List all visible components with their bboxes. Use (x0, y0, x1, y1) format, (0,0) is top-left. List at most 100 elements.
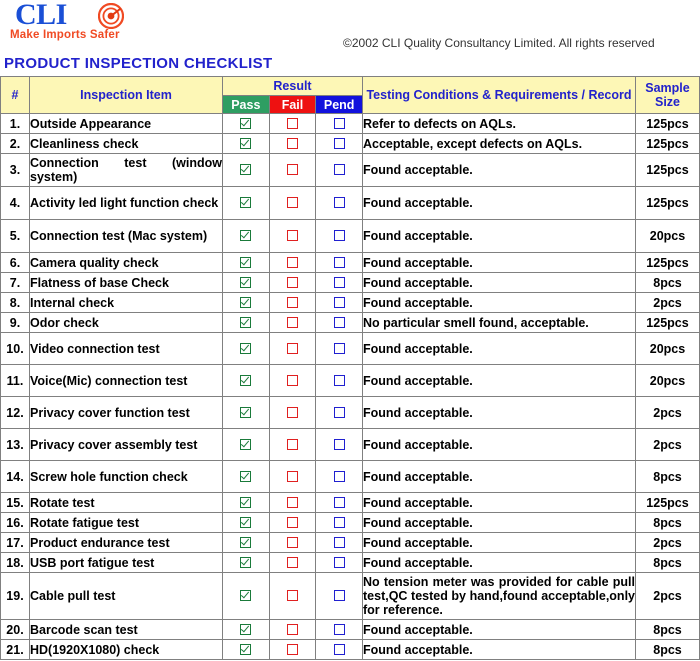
pend-checkbox-cell[interactable] (315, 133, 363, 154)
pass-checkbox-cell[interactable] (222, 153, 270, 187)
pend-checkbox[interactable] (333, 164, 345, 176)
pass-checkbox[interactable] (240, 406, 252, 418)
pass-checkbox-cell[interactable] (222, 552, 270, 573)
pass-checkbox-cell[interactable] (222, 219, 270, 253)
pend-checkbox[interactable] (333, 496, 345, 508)
fail-checkbox[interactable] (286, 256, 298, 268)
pass-checkbox[interactable] (240, 590, 252, 602)
pass-checkbox[interactable] (240, 117, 252, 129)
fail-checkbox-cell[interactable] (268, 619, 317, 640)
pass-checkbox[interactable] (240, 256, 252, 268)
pass-checkbox[interactable] (240, 137, 252, 149)
pend-checkbox-cell[interactable] (315, 186, 363, 220)
pend-checkbox-cell[interactable] (315, 364, 363, 397)
pend-checkbox-cell[interactable] (315, 460, 363, 493)
fail-checkbox-cell[interactable] (268, 219, 317, 253)
fail-checkbox[interactable] (286, 536, 298, 548)
pass-checkbox[interactable] (240, 438, 252, 450)
pend-checkbox-cell[interactable] (315, 113, 363, 134)
pend-checkbox-cell[interactable] (315, 619, 363, 640)
pend-checkbox[interactable] (333, 342, 345, 354)
fail-checkbox[interactable] (286, 296, 298, 308)
pass-checkbox[interactable] (240, 342, 252, 354)
fail-checkbox-cell[interactable] (268, 639, 317, 660)
pass-checkbox[interactable] (240, 470, 252, 482)
fail-checkbox[interactable] (286, 438, 298, 450)
fail-checkbox-cell[interactable] (268, 133, 317, 154)
pend-checkbox-cell[interactable] (315, 332, 363, 365)
fail-checkbox-cell[interactable] (268, 552, 317, 573)
pend-checkbox[interactable] (333, 406, 345, 418)
pass-checkbox-cell[interactable] (222, 428, 270, 461)
pass-checkbox-cell[interactable] (222, 252, 270, 273)
pass-checkbox-cell[interactable] (222, 619, 270, 640)
fail-checkbox-cell[interactable] (268, 492, 317, 513)
fail-checkbox[interactable] (286, 374, 298, 386)
fail-checkbox[interactable] (286, 230, 298, 242)
pass-checkbox-cell[interactable] (222, 133, 270, 154)
pass-checkbox[interactable] (240, 623, 252, 635)
pend-checkbox[interactable] (333, 470, 345, 482)
fail-checkbox[interactable] (286, 496, 298, 508)
pend-checkbox-cell[interactable] (315, 428, 363, 461)
fail-checkbox[interactable] (286, 316, 298, 328)
pend-checkbox[interactable] (333, 374, 345, 386)
pend-checkbox-cell[interactable] (315, 312, 363, 333)
pend-checkbox[interactable] (333, 197, 345, 209)
pend-checkbox-cell[interactable] (315, 219, 363, 253)
pass-checkbox-cell[interactable] (222, 532, 270, 553)
fail-checkbox-cell[interactable] (268, 312, 317, 333)
pend-checkbox[interactable] (333, 516, 345, 528)
fail-checkbox-cell[interactable] (268, 332, 317, 365)
pass-checkbox-cell[interactable] (222, 492, 270, 513)
pass-checkbox-cell[interactable] (222, 364, 270, 397)
pend-checkbox[interactable] (333, 276, 345, 288)
fail-checkbox-cell[interactable] (268, 186, 317, 220)
fail-checkbox-cell[interactable] (268, 396, 317, 429)
pass-checkbox-cell[interactable] (222, 186, 270, 220)
fail-checkbox[interactable] (286, 406, 298, 418)
pass-checkbox-cell[interactable] (222, 292, 270, 313)
pend-checkbox-cell[interactable] (315, 512, 363, 533)
pass-checkbox[interactable] (240, 197, 252, 209)
pend-checkbox[interactable] (333, 296, 345, 308)
pass-checkbox[interactable] (240, 556, 252, 568)
pass-checkbox[interactable] (240, 516, 252, 528)
fail-checkbox-cell[interactable] (268, 512, 317, 533)
pass-checkbox-cell[interactable] (222, 113, 270, 134)
pend-checkbox[interactable] (333, 256, 345, 268)
pend-checkbox-cell[interactable] (315, 292, 363, 313)
pend-checkbox[interactable] (333, 438, 345, 450)
pend-checkbox-cell[interactable] (315, 492, 363, 513)
fail-checkbox[interactable] (286, 137, 298, 149)
fail-checkbox-cell[interactable] (268, 292, 317, 313)
pass-checkbox[interactable] (240, 374, 252, 386)
pass-checkbox-cell[interactable] (222, 332, 270, 365)
pend-checkbox-cell[interactable] (315, 639, 363, 660)
fail-checkbox[interactable] (286, 117, 298, 129)
fail-checkbox-cell[interactable] (268, 532, 317, 553)
fail-checkbox[interactable] (286, 590, 298, 602)
fail-checkbox-cell[interactable] (268, 272, 317, 293)
pend-checkbox-cell[interactable] (315, 572, 363, 620)
pass-checkbox[interactable] (240, 496, 252, 508)
pass-checkbox-cell[interactable] (222, 512, 270, 533)
fail-checkbox[interactable] (286, 197, 298, 209)
fail-checkbox[interactable] (286, 643, 298, 655)
fail-checkbox-cell[interactable] (268, 113, 317, 134)
pend-checkbox[interactable] (333, 623, 345, 635)
fail-checkbox[interactable] (286, 342, 298, 354)
pass-checkbox[interactable] (240, 316, 252, 328)
pass-checkbox[interactable] (240, 164, 252, 176)
pend-checkbox-cell[interactable] (315, 396, 363, 429)
pend-checkbox[interactable] (333, 643, 345, 655)
fail-checkbox-cell[interactable] (268, 572, 317, 620)
pend-checkbox[interactable] (333, 316, 345, 328)
fail-checkbox[interactable] (286, 556, 298, 568)
pend-checkbox[interactable] (333, 590, 345, 602)
pend-checkbox[interactable] (333, 230, 345, 242)
pass-checkbox[interactable] (240, 230, 252, 242)
pend-checkbox-cell[interactable] (315, 552, 363, 573)
pass-checkbox[interactable] (240, 536, 252, 548)
pass-checkbox-cell[interactable] (222, 460, 270, 493)
